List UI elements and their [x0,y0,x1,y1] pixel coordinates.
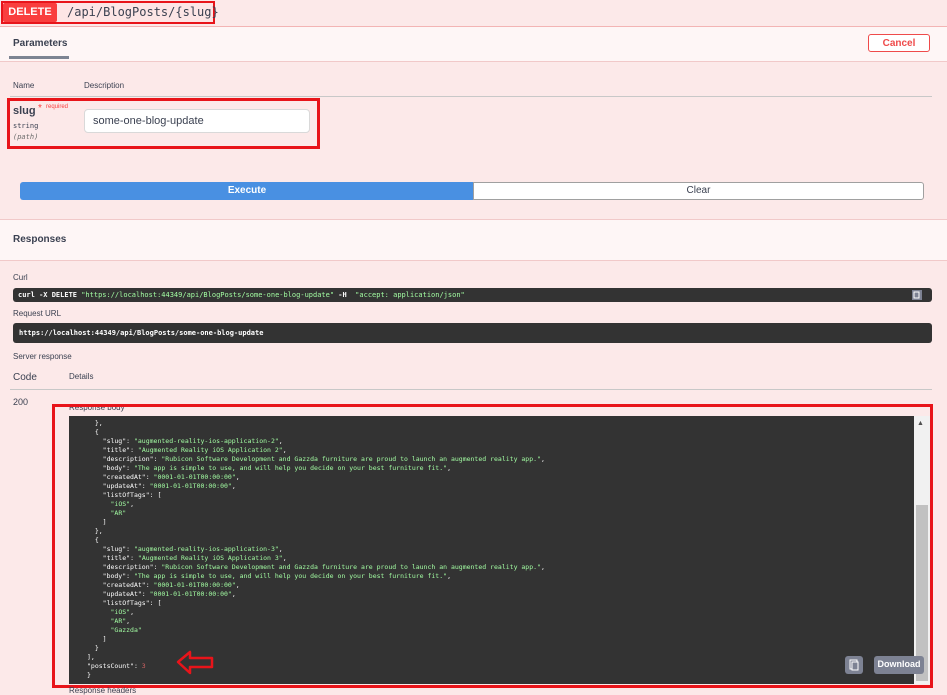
slug-input[interactable] [84,109,310,133]
curl-label: Curl [13,273,28,282]
responses-bar [0,219,947,261]
operation-path: /api/BlogPosts/{slug} [67,5,219,19]
highlight-box-response [52,404,933,688]
tab-underline [9,56,69,59]
column-description-header: Description [84,81,125,90]
parameters-bar [0,27,947,62]
curl-command: curl -X DELETE "https://localhost:44349/… [18,291,465,299]
curl-url: "https://localhost:44349/api/BlogPosts/s… [81,291,335,299]
execute-button[interactable]: Execute [20,182,474,200]
divider [10,389,932,390]
column-name-header: Name [13,81,35,90]
server-response-label: Server response [13,352,72,361]
param-name: slug [13,105,36,117]
required-star: * [38,103,42,114]
response-headers-label: Response headers [69,686,137,695]
curl-flag: -H [334,291,356,299]
param-location: (path) [13,133,39,141]
copy-icon[interactable] [911,289,923,301]
response-code: 200 [13,397,29,407]
code-header: Code [13,372,37,383]
divider [10,96,932,97]
tab-parameters[interactable]: Parameters [13,38,67,49]
curl-prefix: curl -X DELETE [18,291,82,299]
details-header: Details [69,372,94,381]
responses-title: Responses [13,234,67,245]
param-type: string [13,122,39,130]
curl-header: "accept: application/json" [355,291,465,299]
clear-button[interactable]: Clear [473,182,924,200]
cancel-button[interactable]: Cancel [868,34,930,52]
request-url: https://localhost:44349/api/BlogPosts/so… [19,329,264,337]
required-label: required [46,104,69,110]
method-badge: DELETE [3,3,57,22]
request-url-label: Request URL [13,309,62,318]
